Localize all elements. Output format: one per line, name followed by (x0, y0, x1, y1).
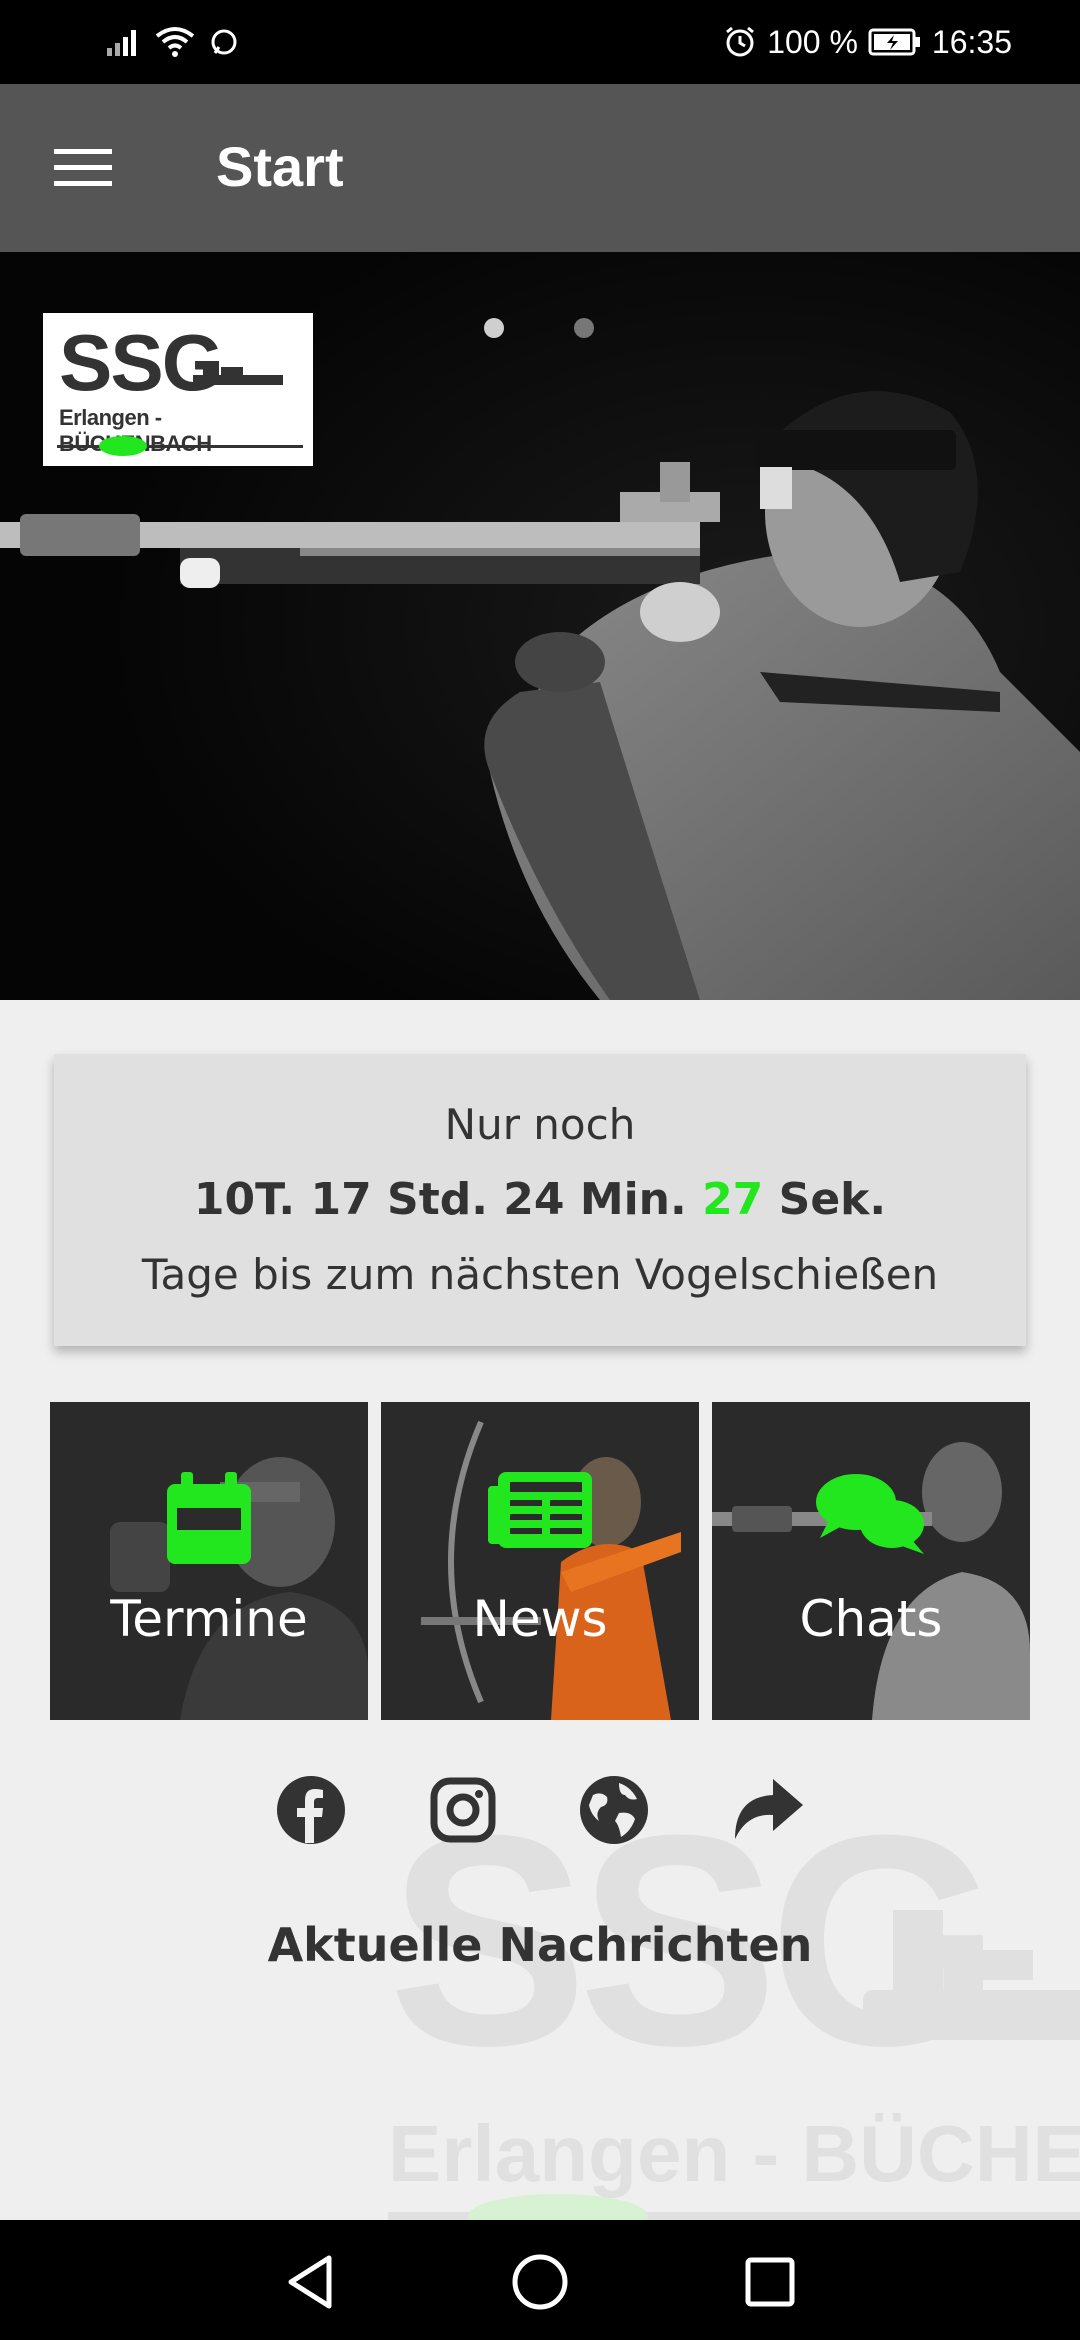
tile-termine-label: Termine (110, 1590, 308, 1648)
countdown-card: Nur noch 10T. 17 Std. 24 Min. 27 Sek. Ta… (54, 1054, 1026, 1346)
instagram-button[interactable] (425, 1772, 501, 1848)
website-button[interactable] (576, 1772, 652, 1848)
countdown-caption: Tage bis zum nächsten Vogelschießen (141, 1250, 939, 1299)
share-button[interactable] (729, 1772, 805, 1848)
nav-recents-button[interactable] (738, 2250, 802, 2314)
chat-bubbles-icon (816, 1474, 924, 1554)
logo-rifle-icon (193, 363, 283, 385)
wifi-icon (155, 26, 195, 58)
battery-percent: 100 % (767, 23, 858, 60)
page-title: Start (216, 135, 344, 198)
facebook-button[interactable] (273, 1772, 349, 1848)
tile-news-label: News (472, 1590, 608, 1648)
status-left (105, 22, 239, 62)
countdown-seconds: 27 (702, 1174, 764, 1225)
countdown-days: 10T. (193, 1174, 296, 1225)
signal-icon (105, 28, 141, 56)
watermark-logo: SSG Erlangen - BÜCHENBAC (388, 1790, 1080, 2230)
countdown-seconds-unit: Sek. (778, 1174, 887, 1225)
tile-news-photo (381, 1402, 699, 1720)
status-bar: 100 % 16:35 (0, 0, 1080, 84)
globe-icon (580, 1776, 648, 1844)
app-bar: Start (0, 84, 1080, 252)
instagram-icon (430, 1777, 496, 1843)
alarm-icon (723, 25, 757, 59)
countdown-timer: 10T. 17 Std. 24 Min. 27 Sek. (54, 1174, 1026, 1225)
recents-square-icon (745, 2257, 795, 2307)
calendar-icon (167, 1472, 251, 1564)
share-icon (735, 1779, 803, 1839)
back-triangle-icon (288, 2255, 332, 2309)
tile-chats-label: Chats (799, 1590, 943, 1648)
tile-termine[interactable]: Termine (50, 1402, 368, 1720)
newspaper-icon (488, 1472, 592, 1548)
carousel-dot-1[interactable] (484, 318, 504, 338)
watermark-arrow-icon (388, 2194, 1080, 2230)
facebook-icon (277, 1776, 345, 1844)
tile-chats-photo (712, 1402, 1030, 1720)
nav-back-button[interactable] (278, 2250, 342, 2314)
system-nav-bar (0, 2220, 1080, 2340)
home-circle-icon (512, 2254, 568, 2310)
nav-home-button[interactable] (508, 2250, 572, 2314)
notification-icon (209, 27, 239, 57)
news-heading: Aktuelle Nachrichten (267, 1918, 813, 1972)
logo-arrow-icon (57, 436, 303, 456)
tile-news[interactable]: News (381, 1402, 699, 1720)
countdown-intro: Nur noch (444, 1100, 636, 1149)
countdown-hours: 17 Std. (310, 1174, 488, 1225)
clock: 16:35 (931, 23, 1012, 60)
carousel-dots (484, 318, 594, 338)
tile-chats[interactable]: Chats (712, 1402, 1030, 1720)
countdown-minutes: 24 Min. (503, 1174, 687, 1225)
carousel-dot-2[interactable] (574, 318, 594, 338)
menu-button[interactable] (38, 128, 128, 208)
status-right: 100 % 16:35 (723, 18, 1012, 66)
hero-carousel[interactable]: SSG Erlangen - BÜCHENBACH (0, 252, 1080, 1000)
battery-icon (868, 27, 922, 57)
club-logo: SSG Erlangen - BÜCHENBACH (43, 313, 313, 466)
hamburger-icon (54, 149, 112, 186)
